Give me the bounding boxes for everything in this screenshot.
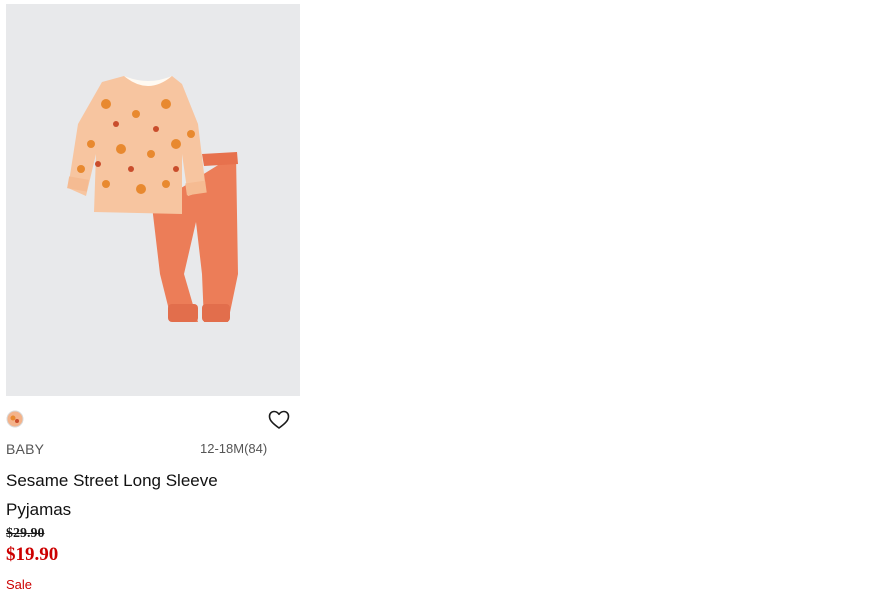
color-swatch-orange-print[interactable] — [6, 410, 24, 433]
sale-flag: Sale — [6, 577, 33, 592]
product-gender: BABY — [6, 441, 45, 457]
sale-price: $19.90 — [6, 544, 59, 565]
product-image[interactable] — [6, 4, 300, 396]
product-card[interactable]: BABY 12-18M(84) Sesame Street Long Sleev… — [6, 4, 300, 592]
product-name[interactable]: Sesame Street Long Sleeve Pyjamas — [6, 466, 246, 524]
product-sizes: 12-18M(84) — [200, 441, 268, 456]
pyjamas-illustration — [67, 76, 238, 322]
heart-outline-icon[interactable] — [268, 410, 290, 430]
original-price: $29.90 — [6, 526, 45, 541]
